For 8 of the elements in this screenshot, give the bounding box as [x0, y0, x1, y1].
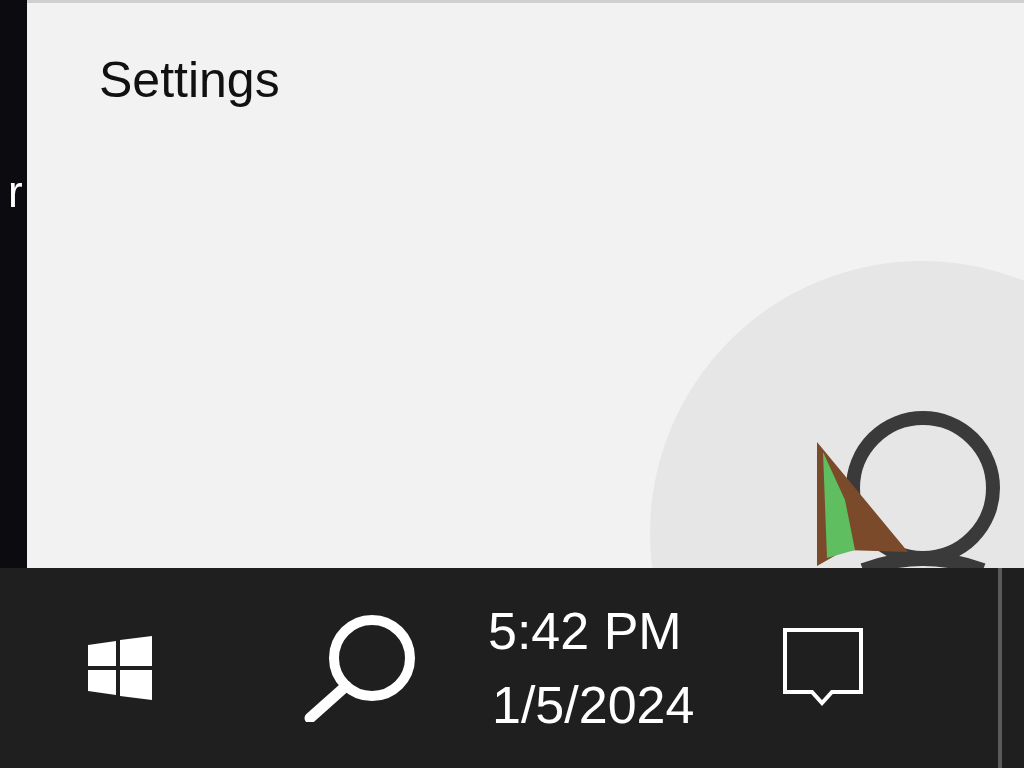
clock-date: 1/5/2024	[491, 679, 695, 731]
clock[interactable]: 5:42 PM 1/5/2024	[488, 605, 695, 731]
windows-logo-icon[interactable]	[88, 636, 152, 700]
window-text: r	[7, 170, 24, 214]
pointer-icon	[815, 440, 910, 568]
window-title: Settings	[99, 52, 280, 108]
search-icon[interactable]	[304, 614, 416, 722]
clock-time: 5:42 PM	[488, 605, 683, 657]
